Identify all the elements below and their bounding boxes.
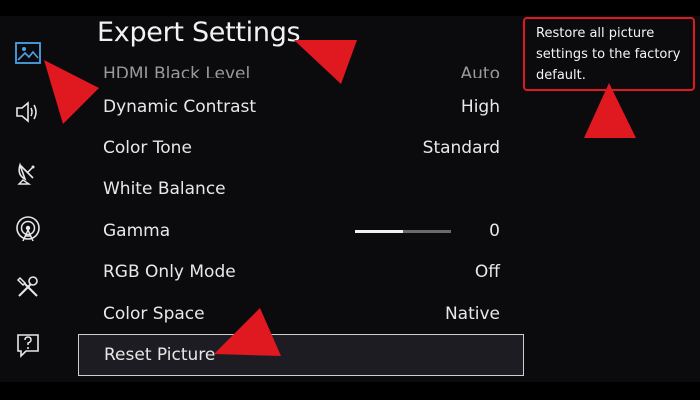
network-icon[interactable] [13, 214, 43, 244]
gamma-slider-fill [355, 229, 404, 233]
menu-item-dynamic-contrast[interactable]: Dynamic Contrast High [78, 87, 524, 127]
menu-item-value: Off [474, 262, 500, 282]
picture-icon[interactable] [13, 38, 43, 68]
menu-item-value: Standard [422, 138, 500, 158]
speaker-icon[interactable] [13, 97, 43, 127]
menu-item-label: Reset Picture [104, 345, 216, 365]
menu-item-label: Color Tone [103, 138, 192, 158]
tools-icon[interactable] [13, 272, 43, 302]
satellite-dish-icon[interactable] [13, 157, 43, 187]
menu-item-rgb-only-mode[interactable]: RGB Only Mode Off [78, 252, 524, 292]
menu-item-value: 0 [489, 221, 500, 241]
help-tooltip: Restore all picture settings to the fact… [523, 17, 695, 91]
menu-item-reset-picture[interactable]: Reset Picture [78, 334, 524, 376]
menu-item-label: White Balance [103, 179, 226, 199]
letterbox-bottom [0, 382, 700, 400]
gamma-slider[interactable]: 0 [355, 221, 500, 241]
menu-item-value: Native [444, 304, 500, 324]
menu-item-label: RGB Only Mode [103, 262, 236, 282]
menu-item-color-tone[interactable]: Color Tone Standard [78, 128, 524, 168]
menu-item-value: Auto [460, 64, 500, 78]
menu-item-value: High [460, 97, 500, 117]
menu-item-label: Dynamic Contrast [103, 97, 257, 117]
help-icon[interactable] [13, 330, 43, 360]
menu-item-white-balance[interactable]: White Balance [78, 169, 524, 209]
letterbox-top [0, 0, 700, 16]
menu-item-hdmi-black-level[interactable]: HDMI Black Level Auto [78, 50, 524, 78]
menu-item-label: Color Space [103, 304, 205, 324]
menu-item-label: HDMI Black Level [103, 64, 251, 78]
sidebar [0, 16, 58, 382]
menu-item-label: Gamma [103, 221, 171, 241]
gamma-slider-track[interactable] [355, 229, 452, 233]
tv-screen: HDMI Black Level Auto Dynamic Contrast H… [0, 0, 700, 400]
menu-item-color-space[interactable]: Color Space Native [78, 294, 524, 334]
menu-item-gamma[interactable]: Gamma 0 [78, 211, 524, 251]
page-title: Expert Settings [97, 17, 301, 48]
